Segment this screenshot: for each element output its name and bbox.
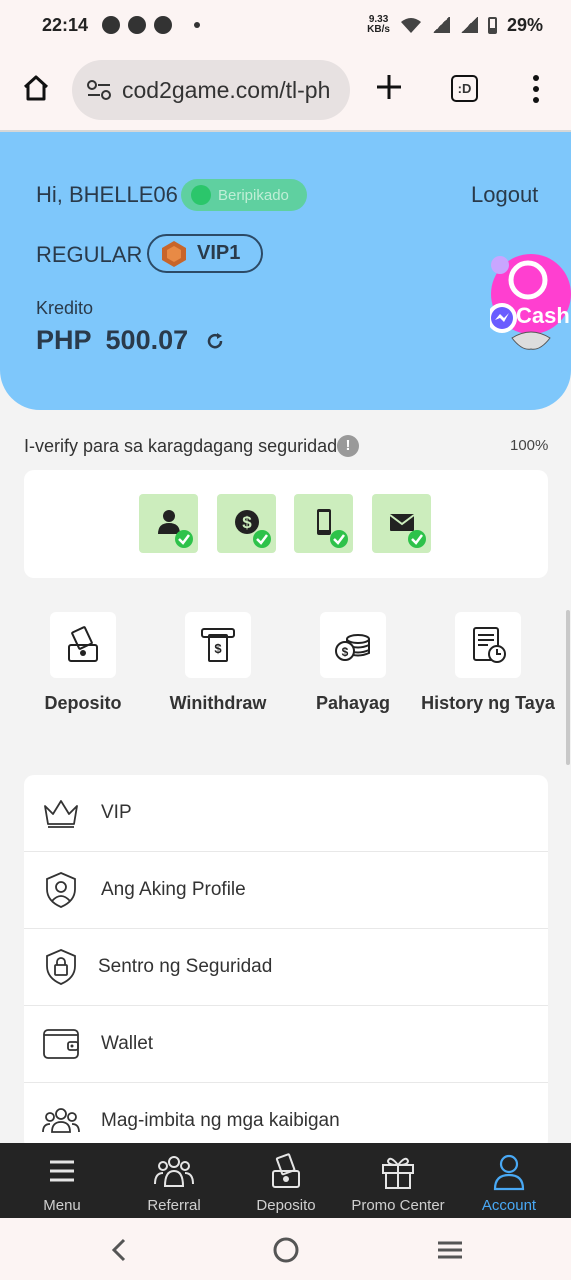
gcash-label: Cash bbox=[516, 303, 570, 328]
verify-percent: 100% bbox=[510, 437, 549, 454]
url-text: cod2game.com/tl-ph bbox=[122, 76, 331, 103]
statement-action[interactable]: $ Pahayag bbox=[285, 612, 421, 715]
home-icon[interactable] bbox=[22, 74, 50, 102]
group-icon bbox=[42, 1108, 80, 1133]
status-bar: 22:14 9.33 KB/s 29% bbox=[0, 0, 571, 50]
profile-shield-icon bbox=[46, 872, 76, 908]
nav-promo-center[interactable]: Promo Center bbox=[342, 1143, 454, 1218]
bet-history-action[interactable]: History ng Taya bbox=[420, 612, 556, 715]
refresh-icon[interactable] bbox=[206, 332, 224, 350]
gcash-floating-button[interactable]: Cash bbox=[490, 252, 571, 352]
battery-icon bbox=[487, 16, 497, 34]
nav-deposit[interactable]: Deposito bbox=[230, 1143, 342, 1218]
deposit-icon bbox=[68, 626, 98, 662]
wifi-icon bbox=[400, 18, 421, 33]
svg-text:$: $ bbox=[242, 513, 252, 532]
verified-badge: Beripikado bbox=[181, 179, 307, 211]
verify-payment[interactable]: $ bbox=[217, 494, 276, 553]
balance: PHP 500.07 bbox=[36, 325, 224, 356]
verify-prompt: I-verify para sa karagdagang seguridad. bbox=[24, 436, 343, 456]
currency: PHP bbox=[36, 325, 92, 355]
nav-account[interactable]: Account bbox=[453, 1143, 565, 1218]
more-menu-icon[interactable] bbox=[532, 74, 540, 104]
nav-referral[interactable]: Referral bbox=[118, 1143, 230, 1218]
vip-badge[interactable]: VIP1 bbox=[147, 234, 263, 273]
browser-toolbar: cod2game.com/tl-ph :D bbox=[0, 50, 571, 132]
site-settings-icon[interactable] bbox=[86, 79, 112, 101]
menu-item-invite[interactable]: Mag-imbita ng mga kaibigan bbox=[24, 1083, 548, 1150]
check-circle-icon bbox=[191, 185, 211, 205]
nav-menu[interactable]: Menu bbox=[6, 1143, 118, 1218]
discord-notification-icon bbox=[128, 16, 147, 34]
check-icon bbox=[175, 530, 193, 548]
info-icon[interactable]: ! bbox=[337, 435, 359, 457]
recents-icon[interactable] bbox=[436, 1236, 464, 1264]
account-icon bbox=[493, 1154, 525, 1191]
withdraw-icon: $ bbox=[201, 628, 235, 662]
signal-icon-2 bbox=[459, 17, 478, 33]
history-icon bbox=[473, 627, 506, 663]
menu-item-profile[interactable]: Ang Aking Profile bbox=[24, 852, 548, 929]
menu-item-security[interactable]: Sentro ng Seguridad bbox=[24, 929, 548, 1006]
vip-gem-icon bbox=[162, 240, 186, 267]
deposit-nav-icon bbox=[272, 1153, 300, 1188]
crown-icon bbox=[44, 800, 78, 828]
account-tier: REGULAR bbox=[36, 242, 143, 267]
check-icon bbox=[253, 530, 271, 548]
verify-email[interactable] bbox=[372, 494, 431, 553]
account-header: Hi, BHELLE06 Beripikado Logout REGULAR V… bbox=[0, 132, 571, 410]
back-icon[interactable] bbox=[106, 1236, 134, 1264]
clock: 22:14 bbox=[42, 14, 89, 35]
menu-item-vip[interactable]: VIP bbox=[24, 775, 548, 852]
gift-icon bbox=[382, 1157, 414, 1189]
system-navigation bbox=[0, 1218, 571, 1280]
messenger-notification-icon bbox=[102, 16, 121, 34]
verify-identity[interactable] bbox=[139, 494, 198, 553]
scrollbar[interactable] bbox=[566, 610, 570, 765]
account-menu: VIP Ang Aking Profile Sentro ng Segurida… bbox=[24, 775, 548, 1150]
balance-amount: 500.07 bbox=[105, 325, 189, 355]
svg-text:$: $ bbox=[342, 645, 349, 659]
tab-switcher-button[interactable]: :D bbox=[451, 75, 478, 102]
address-bar[interactable]: cod2game.com/tl-ph bbox=[72, 60, 350, 120]
hamburger-icon bbox=[50, 1160, 74, 1182]
home-circle-icon[interactable] bbox=[272, 1236, 300, 1264]
verification-card: $ bbox=[24, 470, 548, 578]
lock-shield-icon bbox=[46, 949, 76, 985]
withdraw-action[interactable]: $ Winithdraw bbox=[150, 612, 286, 715]
new-tab-icon[interactable] bbox=[374, 72, 404, 102]
verify-phone[interactable] bbox=[294, 494, 353, 553]
battery-percent: 29% bbox=[506, 14, 543, 35]
more-notifications-icon bbox=[194, 22, 201, 28]
network-speed: 9.33 KB/s bbox=[367, 14, 390, 35]
check-icon bbox=[330, 530, 348, 548]
menu-item-wallet[interactable]: Wallet bbox=[24, 1006, 548, 1083]
signal-icon bbox=[431, 17, 450, 33]
greeting: Hi, BHELLE06 bbox=[36, 182, 178, 207]
coins-icon: $ bbox=[335, 634, 370, 661]
svg-text:$: $ bbox=[214, 641, 222, 656]
referral-group-icon bbox=[154, 1156, 194, 1187]
music-notification-icon bbox=[154, 16, 173, 34]
logout-button[interactable]: Logout bbox=[471, 182, 538, 208]
check-icon bbox=[408, 530, 426, 548]
bottom-navigation: Menu Referral Deposito Promo Center Acco… bbox=[0, 1143, 571, 1218]
wallet-icon bbox=[43, 1029, 79, 1059]
credit-label: Kredito bbox=[36, 298, 94, 318]
deposit-action[interactable]: Deposito bbox=[15, 612, 151, 715]
